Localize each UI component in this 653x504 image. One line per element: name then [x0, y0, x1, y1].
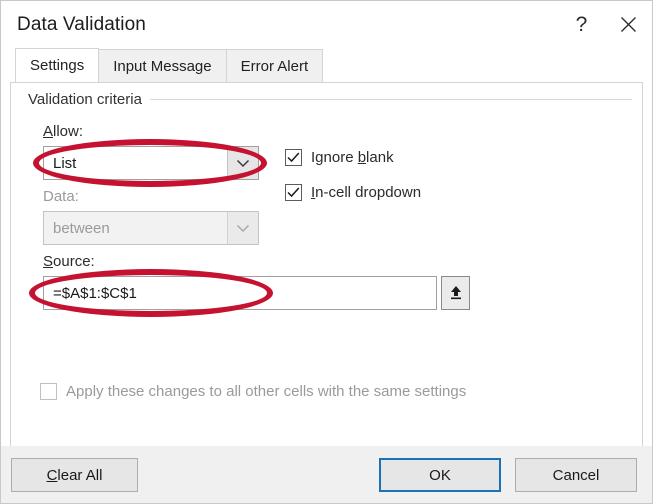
checkmark-icon	[287, 152, 300, 163]
in-cell-dropdown-checkbox-row[interactable]: In-cell dropdown	[285, 184, 421, 201]
chevron-down-icon	[236, 224, 250, 232]
title-bar-buttons: ?	[558, 1, 652, 48]
validation-criteria-label: Validation criteria	[28, 91, 142, 108]
source-label: Source:	[43, 253, 95, 270]
allow-dropdown-button[interactable]	[227, 147, 258, 179]
data-validation-dialog: Data Validation ? Settings Input Message…	[0, 0, 653, 504]
ok-label: OK	[429, 466, 451, 484]
range-selector-button[interactable]	[441, 276, 470, 310]
tab-settings-label: Settings	[30, 57, 85, 74]
allow-dropdown[interactable]: List	[43, 146, 259, 180]
collapse-range-up-arrow-icon	[450, 286, 461, 300]
close-x-icon	[621, 17, 636, 32]
help-button[interactable]: ?	[558, 1, 605, 48]
clear-all-accel: C	[46, 466, 58, 484]
tab-strip: Settings Input Message Error Alert	[1, 48, 652, 82]
tab-settings[interactable]: Settings	[15, 48, 100, 82]
ignore-blank-label-prefix: Ignore	[311, 149, 358, 166]
clear-all-label: lear All	[57, 466, 103, 484]
ignore-blank-checkbox[interactable]	[285, 149, 302, 166]
apply-all-label: Apply these changes to all other cells w…	[66, 383, 467, 400]
in-cell-dropdown-checkbox[interactable]	[285, 184, 302, 201]
group-divider	[149, 99, 632, 100]
page-title: Data Validation	[17, 13, 146, 35]
source-label-accel: S	[43, 253, 54, 270]
in-cell-dropdown-label-suffix: n-cell dropdown	[315, 184, 422, 201]
tab-input-message-label: Input Message	[113, 57, 212, 75]
apply-all-checkbox-row: Apply these changes to all other cells w…	[40, 383, 466, 400]
cancel-button[interactable]: Cancel	[515, 458, 637, 492]
data-value: between	[53, 219, 110, 237]
close-button[interactable]	[605, 1, 652, 48]
ignore-blank-checkbox-row[interactable]: Ignore blank	[285, 149, 394, 166]
source-input-value: =$A$1:$C$1	[53, 284, 137, 302]
ignore-blank-label-accel: b	[357, 149, 367, 166]
tab-error-alert-label: Error Alert	[240, 57, 309, 75]
clear-all-button[interactable]: Clear All	[11, 458, 138, 492]
source-label-text: ource:	[53, 253, 95, 270]
ignore-blank-label-suffix: lank	[366, 149, 394, 166]
data-label: Data:	[43, 188, 79, 205]
allow-value: List	[53, 154, 77, 172]
data-dropdown-button	[227, 212, 258, 244]
tab-input-message[interactable]: Input Message	[98, 49, 227, 82]
chevron-down-icon	[236, 159, 250, 167]
in-cell-dropdown-label: In-cell dropdown	[311, 184, 421, 201]
settings-panel: Validation criteria Allow: List Data: be…	[10, 82, 643, 446]
allow-label-accel: A	[43, 123, 54, 140]
title-bar: Data Validation ?	[1, 1, 652, 48]
tab-error-alert[interactable]: Error Alert	[225, 49, 324, 82]
checkmark-icon	[287, 187, 300, 198]
validation-criteria-group-header: Validation criteria	[28, 91, 632, 108]
allow-label: Allow:	[43, 123, 83, 140]
dialog-footer: Clear All OK Cancel	[1, 446, 652, 503]
cancel-label: Cancel	[552, 466, 600, 484]
source-input[interactable]: =$A$1:$C$1	[43, 276, 437, 310]
data-dropdown: between	[43, 211, 259, 245]
question-mark-icon: ?	[575, 12, 588, 36]
apply-all-checkbox	[40, 383, 57, 400]
allow-label-text: llow:	[53, 123, 84, 140]
ignore-blank-label: Ignore blank	[311, 149, 394, 166]
ok-button[interactable]: OK	[379, 458, 501, 492]
